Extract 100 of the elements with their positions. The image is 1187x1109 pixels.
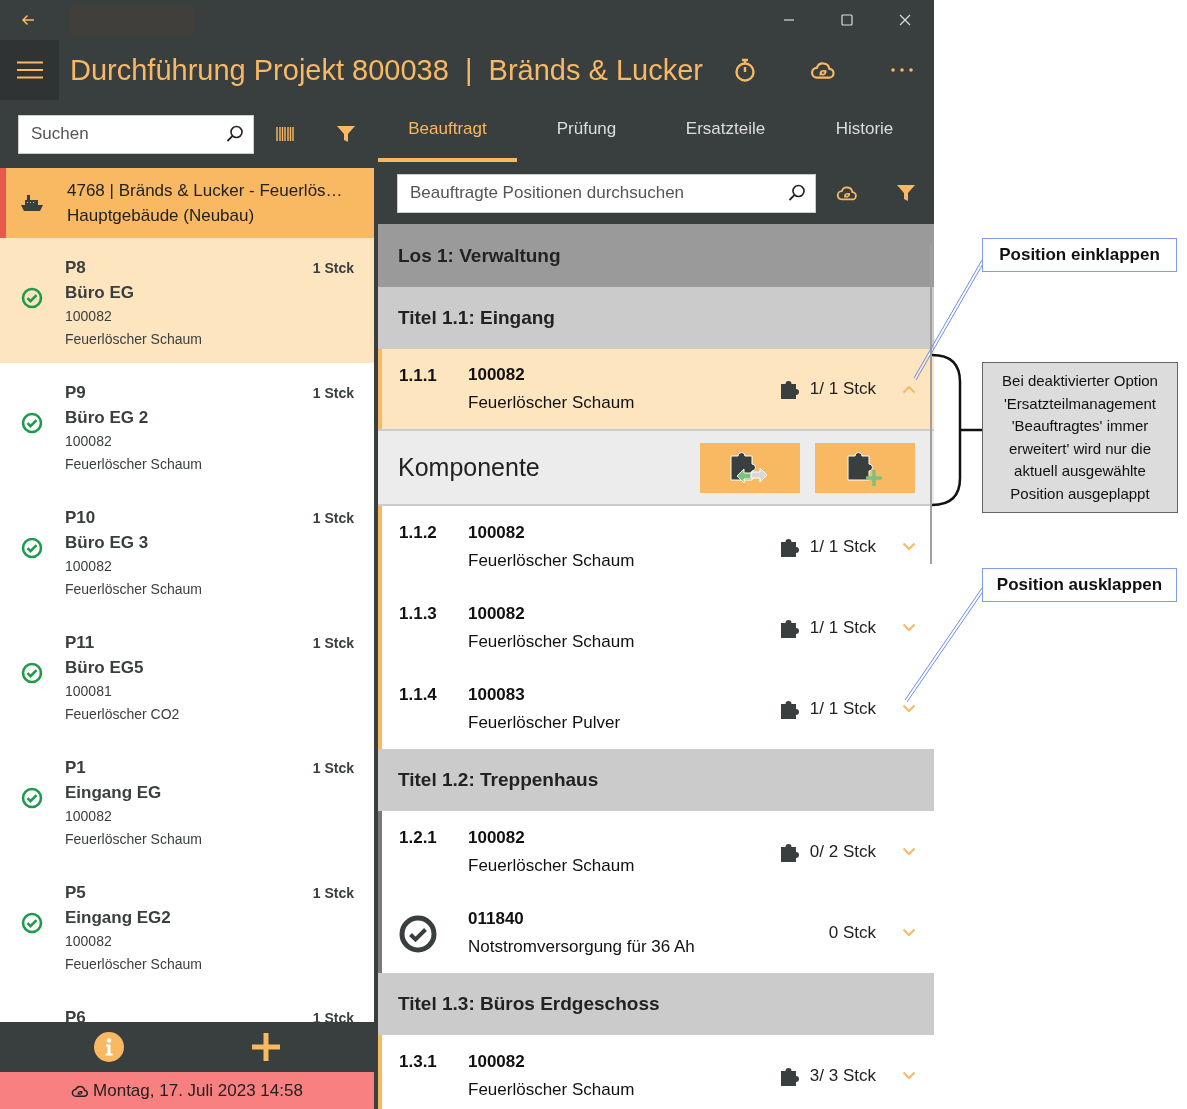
chevron-down-icon — [902, 928, 916, 937]
position-row[interactable]: 1.1.1 100082 Feuerlöscher Schaum 1/ 1 Stck — [378, 349, 934, 429]
article-number: 100082 — [468, 1050, 526, 1073]
article-name: Notstromversorgung für 36 Ah — [468, 935, 696, 958]
chevron-down-icon — [902, 704, 916, 713]
ship-icon — [20, 193, 44, 213]
article-name: Feuerlöscher Pulver — [468, 711, 622, 734]
maximize-icon — [841, 14, 853, 26]
add-component-button[interactable] — [815, 442, 915, 493]
position-number: 1.1.4 — [399, 685, 438, 705]
chevron-up-icon — [902, 384, 916, 394]
position-number: 1.2.1 — [399, 828, 438, 848]
article-number: 100082 — [468, 364, 526, 386]
title-header: Titel 1.3: Büros Erdgeschoss — [378, 973, 934, 1035]
tab[interactable]: Historie — [795, 100, 934, 162]
more-icon[interactable] — [890, 67, 914, 73]
plus-icon — [249, 1031, 282, 1063]
item-name: Büro EG 2 — [65, 407, 150, 429]
position-number: 1.1.1 — [399, 366, 438, 386]
info-icon — [92, 1031, 125, 1063]
chevron-down-icon — [902, 1071, 916, 1080]
project-location: Hauptgebäude (Neubau) — [67, 205, 256, 227]
filter-button[interactable] — [896, 183, 916, 203]
item-article: 100082 — [65, 557, 113, 576]
search-icon — [788, 183, 806, 202]
item-code: P10 — [65, 507, 96, 529]
item-description: Feuerlöscher CO2 — [65, 705, 181, 724]
position-number: 1.3.1 — [399, 1052, 438, 1072]
barcode-button[interactable] — [276, 126, 294, 142]
item-article: 100082 — [65, 307, 113, 326]
item-name: Eingang EG2 — [65, 907, 172, 929]
item-code: P9 — [65, 382, 86, 404]
quantity: 1/ 1 Stck — [809, 617, 876, 638]
item-name: Büro EG5 — [65, 657, 145, 679]
item-quantity: 1 Stck — [312, 510, 354, 526]
add-button[interactable] — [249, 1031, 282, 1063]
search-field[interactable]: Suchen — [18, 114, 254, 154]
title-header: Titel 1.1: Eingang — [378, 287, 934, 349]
quantity: 0/ 2 Stck — [809, 841, 876, 862]
article-name: Feuerlöscher Schaum — [468, 630, 636, 653]
article-number: 100082 — [468, 826, 526, 849]
list-item[interactable]: P8 1 Stck Büro EG 100082 Feuerlöscher Schaum — [0, 238, 374, 363]
chevron-down-icon — [902, 542, 916, 551]
filter-button[interactable] — [336, 124, 356, 144]
tab[interactable]: Prüfung — [517, 100, 656, 162]
item-quantity: 1 Stck — [312, 385, 354, 401]
quantity: 1/ 1 Stck — [809, 379, 876, 399]
item-code: P11 — [65, 632, 95, 654]
info-button[interactable] — [92, 1031, 125, 1063]
item-description: Feuerlöscher Schaum — [65, 580, 203, 599]
item-name: Eingang EG — [65, 782, 163, 804]
search-field[interactable]: Beauftragte Positionen durchsuchen — [397, 173, 816, 213]
callout-label: Position einklappen — [982, 238, 1177, 272]
item-name: Büro EG 3 — [65, 532, 150, 554]
project-title: 4768 | Bränds & Lucker - Feuerlös… — [67, 180, 343, 202]
item-code: P8 — [65, 257, 86, 279]
article-name: Feuerlöscher Schaum — [468, 854, 636, 877]
list-item[interactable]: P9 1 Stck Büro EG 2 100082 Feuerlöscher Schaum — [0, 363, 374, 488]
position-number: 1.1.3 — [399, 604, 438, 624]
quantity: 3/ 3 Stck — [809, 1065, 876, 1086]
barcode-icon — [276, 126, 294, 142]
article-name: Feuerlöscher Schaum — [468, 1078, 636, 1101]
list-item[interactable]: P10 1 Stck Büro EG 3 100082 Feuerlöscher Schaum — [0, 488, 374, 613]
item-article: 100082 — [65, 932, 113, 951]
item-description: Feuerlöscher Schaum — [65, 955, 203, 974]
item-quantity: 1 Stck — [312, 760, 354, 776]
lot-header: Los 1: Verwaltung — [378, 224, 934, 287]
back-arrow-icon[interactable] — [20, 12, 36, 28]
stopwatch-icon[interactable] — [734, 58, 756, 82]
list-item[interactable]: P11 1 Stck Büro EG5 100081 Feuerlöscher CO2 — [0, 613, 374, 738]
item-quantity: 1 Stck — [312, 885, 354, 901]
title-header: Titel 1.2: Treppenhaus — [378, 749, 934, 811]
item-article: 100082 — [65, 807, 113, 826]
filter-icon — [896, 183, 916, 203]
quantity: 1/ 1 Stck — [809, 536, 876, 557]
item-code: P1 — [65, 757, 86, 779]
sync-timestamp: Montag, 17. Juli 2023 14:58 — [93, 1080, 303, 1101]
swap-component-button[interactable] — [700, 442, 800, 493]
search-icon — [226, 124, 244, 143]
article-name: Feuerlöscher Schaum — [468, 549, 636, 572]
project-card[interactable]: 4768 | Bränds & Lucker - Feuerlös… Hauptgebäude (Neubau) — [0, 168, 374, 238]
chevron-down-icon — [902, 847, 916, 856]
tab[interactable]: Ersatzteile — [656, 100, 795, 162]
list-item[interactable]: P1 1 Stck Eingang EG 100082 Feuerlöscher Schaum — [0, 738, 374, 863]
chevron-down-icon — [902, 623, 916, 632]
article-number: 100082 — [468, 521, 526, 544]
quantity: 0 Stck — [828, 922, 876, 943]
item-name: Büro EG — [65, 282, 135, 304]
item-description: Feuerlöscher Schaum — [65, 330, 203, 349]
list-item[interactable]: P5 1 Stck Eingang EG2 100082 Feuerlöscher Schaum — [0, 863, 374, 988]
item-code: P5 — [65, 882, 86, 904]
article-number: 100082 — [468, 602, 526, 625]
note-box: Bei deaktivierter Option 'Ersatzteilmanagement 'Beauftragtes' immer erweitert' wird nur die aktuell ausgewählte Position ausgeplappt — [982, 362, 1178, 513]
item-description: Feuerlöscher Schaum — [65, 830, 203, 849]
position-number: 1.1.2 — [399, 523, 438, 543]
close-icon — [899, 14, 911, 26]
scrollbar[interactable] — [930, 244, 932, 564]
menu-button[interactable] — [0, 40, 59, 100]
article-number: 100083 — [468, 683, 526, 706]
callout-label: Position ausklappen — [982, 568, 1177, 602]
